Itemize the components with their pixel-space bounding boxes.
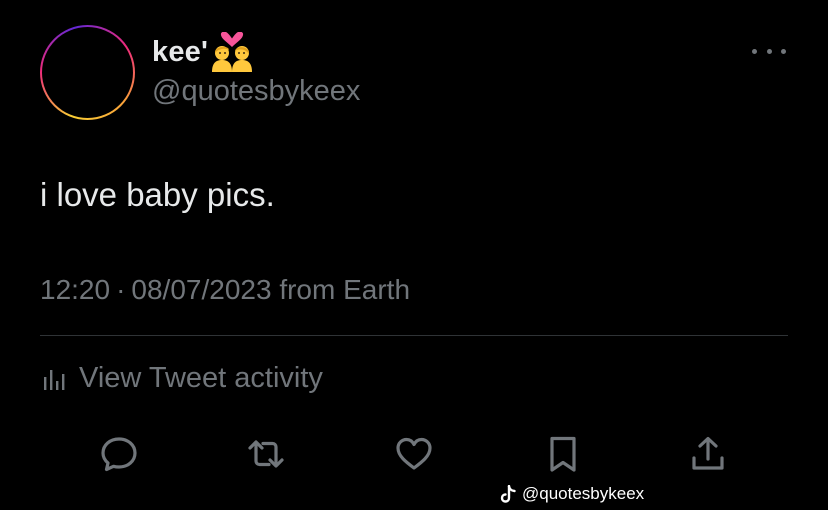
share-upload-icon [692,436,724,470]
bookmark-icon [550,436,576,472]
bar-chart-icon [44,370,65,390]
tiktok-watermark: @quotesbykeex [500,483,644,505]
author-handle[interactable]: @quotesbykeex [152,75,360,108]
author-name-row[interactable]: kee' [152,32,253,72]
tweet-source: from Earth [279,274,411,305]
tweet-detail-view: kee' @quotesbykeex i love baby pics. 12:… [0,0,828,510]
tweet-timestamp: 12:20 · 08/07/2023 from Earth [40,274,410,306]
tweet-date[interactable]: 08/07/2023 [131,274,271,305]
avatar[interactable] [40,25,135,120]
couple-with-heart-emoji-icon [212,32,253,72]
tweet-time[interactable]: 12:20 [40,274,110,305]
meta-separator: · [116,274,126,305]
more-options-icon[interactable] [752,44,786,58]
speech-bubble-icon [101,437,137,472]
tweet-text: i love baby pics. [40,176,275,213]
heart-icon [396,437,432,470]
display-name[interactable]: kee' [152,36,208,69]
tiktok-logo-icon [500,484,516,503]
share-button[interactable] [686,432,730,476]
view-tweet-activity-link[interactable]: View Tweet activity [40,358,323,398]
retweet-button[interactable] [244,432,288,476]
watermark-handle: @quotesbykeex [522,484,645,503]
view-tweet-activity-label: View Tweet activity [79,361,323,394]
divider [40,335,788,336]
retweet-arrows-icon [248,440,284,468]
avatar-image [42,27,133,118]
bookmark-button[interactable] [541,432,585,476]
like-button[interactable] [392,432,436,476]
reply-button[interactable] [97,432,141,476]
